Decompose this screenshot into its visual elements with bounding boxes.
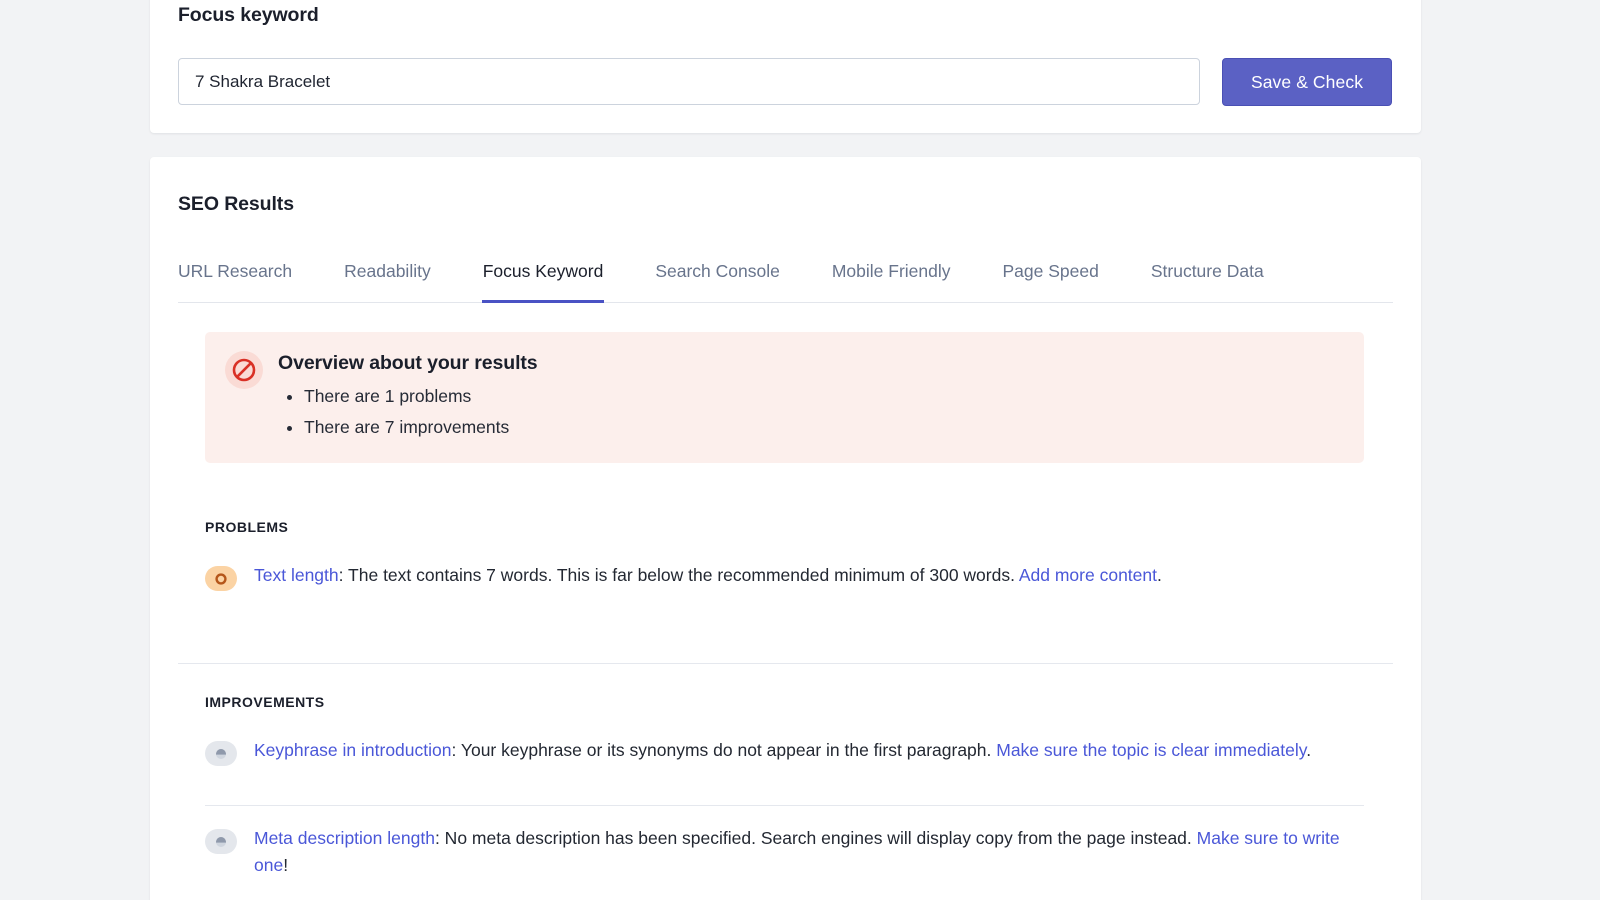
improvement-item-link[interactable]: Meta description length — [254, 828, 435, 848]
improvement-item-link[interactable]: Keyphrase in introduction — [254, 740, 451, 760]
problem-item-link[interactable]: Text length — [254, 565, 339, 585]
improvement-item-text: Keyphrase in introduction: Your keyphras… — [254, 737, 1364, 764]
tab-search-console[interactable]: Search Console — [655, 249, 780, 303]
improvement-item: Meta description length: No meta descrip… — [205, 825, 1364, 879]
tab-structure-data[interactable]: Structure Data — [1151, 249, 1264, 303]
problem-item-text: Text length: The text contains 7 words. … — [254, 562, 1364, 589]
improvement-item-body: : Your keyphrase or its synonyms do not … — [451, 740, 996, 760]
improvement-badge-icon — [205, 829, 237, 854]
improvement-item-text: Meta description length: No meta descrip… — [254, 825, 1364, 879]
problems-section-label: PROBLEMS — [205, 519, 288, 535]
seo-results-tablist: URL Research Readability Focus Keyword S… — [178, 249, 1393, 303]
tab-focus-keyword[interactable]: Focus Keyword — [483, 249, 604, 303]
improvement-item-tail: ! — [283, 855, 288, 875]
improvement-item-body: : No meta description has been specified… — [435, 828, 1197, 848]
overview-alert-body: Overview about your results There are 1 … — [278, 350, 538, 443]
seo-results-title: SEO Results — [178, 193, 294, 216]
problem-item-body: : The text contains 7 words. This is far… — [339, 565, 1019, 585]
improvement-item-action-link[interactable]: Make sure the topic is clear immediately — [996, 740, 1306, 760]
overview-bullet: There are 7 improvements — [304, 412, 538, 443]
improvement-badge-icon — [205, 741, 237, 766]
problem-badge-icon — [205, 566, 237, 591]
overview-alert-heading: Overview about your results — [278, 352, 538, 375]
improvement-item-tail: . — [1306, 740, 1311, 760]
overview-alert: Overview about your results There are 1 … — [205, 332, 1364, 463]
focus-keyword-row: Save & Check — [178, 58, 1393, 106]
problem-item-tail: . — [1157, 565, 1162, 585]
prohibition-icon — [225, 351, 263, 389]
tab-mobile-friendly[interactable]: Mobile Friendly — [832, 249, 951, 303]
improvements-section-label: IMPROVEMENTS — [205, 694, 325, 710]
problem-item-action-link[interactable]: Add more content — [1019, 565, 1157, 585]
page-root: Focus keyword Save & Check SEO Results U… — [0, 0, 1600, 900]
tab-readability[interactable]: Readability — [344, 249, 431, 303]
overview-alert-list: There are 1 problems There are 7 improve… — [278, 381, 538, 443]
tab-page-speed[interactable]: Page Speed — [1003, 249, 1099, 303]
item-divider — [205, 805, 1364, 806]
problem-item: Text length: The text contains 7 words. … — [205, 562, 1364, 591]
improvement-item: Keyphrase in introduction: Your keyphras… — [205, 737, 1364, 766]
tab-url-research[interactable]: URL Research — [178, 249, 292, 303]
seo-results-card: SEO Results URL Research Readability Foc… — [150, 157, 1421, 900]
focus-keyword-title: Focus keyword — [178, 4, 319, 27]
section-divider — [178, 663, 1393, 664]
save-and-check-button[interactable]: Save & Check — [1222, 58, 1392, 106]
focus-keyword-input[interactable] — [178, 58, 1200, 105]
focus-keyword-card: Focus keyword Save & Check — [150, 0, 1421, 133]
overview-bullet: There are 1 problems — [304, 381, 538, 412]
